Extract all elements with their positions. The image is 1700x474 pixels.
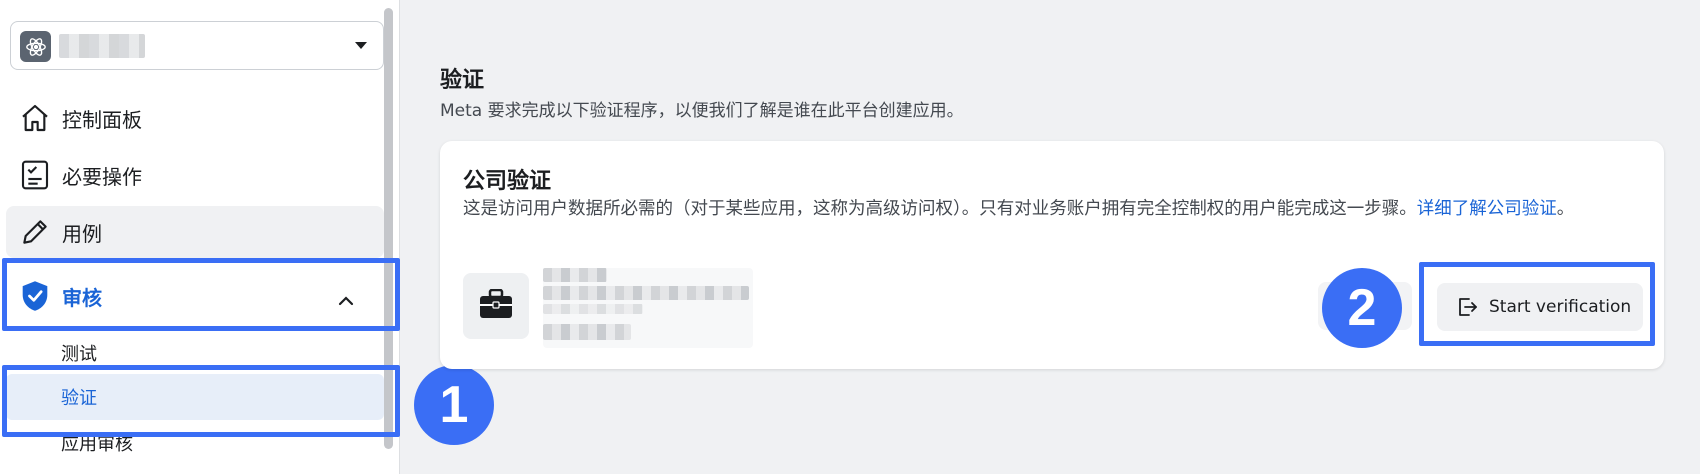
- sidebar-subitem-app-review[interactable]: 应用审核: [6, 420, 384, 466]
- chevron-up-icon: [338, 288, 354, 312]
- briefcase-icon: [479, 288, 513, 323]
- sidebar-subitem-verification[interactable]: 验证: [6, 374, 384, 420]
- sidebar-subitem-testing[interactable]: 测试: [6, 330, 384, 376]
- exit-door-icon: [1455, 295, 1479, 319]
- shield-check-icon: [18, 279, 52, 313]
- card-description: 这是访问用户数据所必需的（对于某些应用，这称为高级访问权）。只有对业务账户拥有完…: [463, 199, 1575, 219]
- sidebar-item-label: 控制面板: [62, 107, 142, 132]
- sidebar-item-dashboard[interactable]: 控制面板: [6, 92, 384, 144]
- sidebar-item-label: 审核: [62, 285, 102, 310]
- business-tile: [463, 273, 529, 339]
- home-icon: [18, 101, 52, 135]
- step-badge-2: 2: [1322, 268, 1402, 348]
- atom-icon: [20, 31, 51, 62]
- app-name-redacted: [59, 34, 145, 58]
- pencil-icon: [18, 215, 52, 249]
- page-title: 验证: [440, 68, 485, 93]
- sidebar: 控制面板 必要操作 用例 审核 测试 验证 应用审核: [0, 0, 400, 474]
- sidebar-item-required-actions[interactable]: 必要操作: [6, 149, 384, 201]
- app-selector[interactable]: [10, 21, 384, 70]
- step-badge-1: 1: [414, 365, 494, 445]
- sidebar-item-label: 必要操作: [62, 164, 142, 189]
- sidebar-scrollbar[interactable]: [384, 8, 393, 449]
- start-verification-label: Start verification: [1489, 297, 1632, 317]
- start-verification-button[interactable]: Start verification: [1437, 283, 1643, 331]
- checklist-icon: [18, 158, 52, 192]
- business-info-redacted: [543, 268, 753, 348]
- card-title: 公司验证: [463, 169, 552, 194]
- sidebar-item-label: 用例: [62, 221, 102, 246]
- page-subtitle: Meta 要求完成以下验证程序，以便我们了解是谁在此平台创建应用。: [440, 101, 964, 121]
- sidebar-item-use-cases[interactable]: 用例: [6, 206, 384, 258]
- page: 控制面板 必要操作 用例 审核 测试 验证 应用审核 1 验证 Meta 要求完…: [0, 0, 1700, 474]
- business-verification-card: 公司验证 这是访问用户数据所必需的（对于某些应用，这称为高级访问权）。只有对业务…: [440, 141, 1664, 369]
- chevron-down-icon: [355, 42, 367, 49]
- learn-more-link[interactable]: 详细了解公司验证: [1417, 199, 1557, 219]
- sidebar-item-review[interactable]: 审核: [6, 270, 384, 322]
